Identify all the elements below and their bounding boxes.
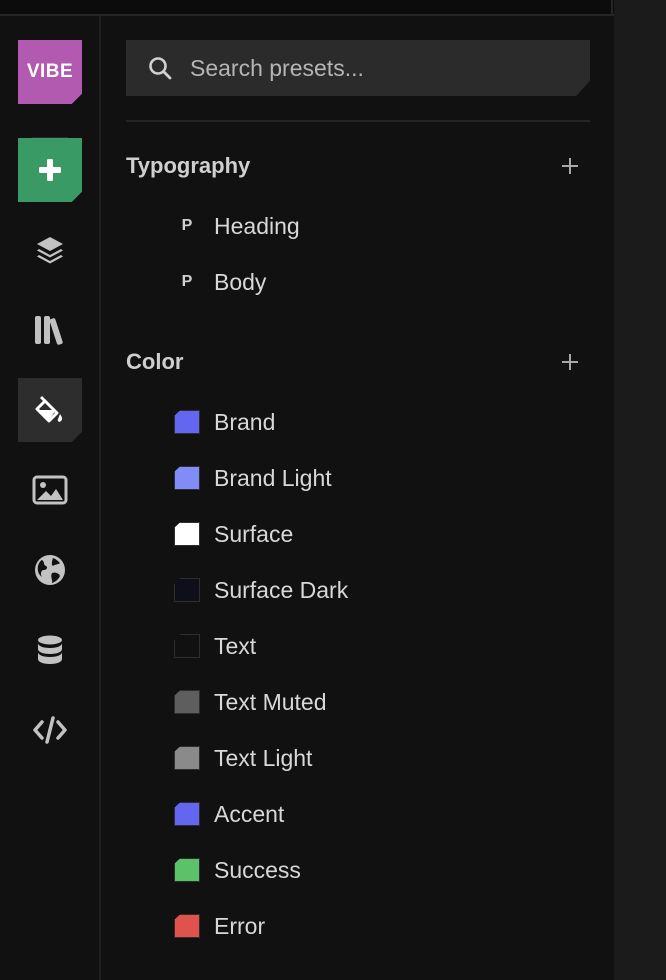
color-swatch xyxy=(174,802,200,826)
paragraph-icon: P xyxy=(181,217,193,234)
color-preset-item[interactable]: Brand Light xyxy=(174,458,574,498)
top-bar-edge xyxy=(611,0,613,14)
color-preset-item[interactable]: Error xyxy=(174,906,574,946)
preset-label: Text xyxy=(214,632,257,659)
typography-preset-item[interactable]: P Heading xyxy=(174,206,574,246)
preset-label: Heading xyxy=(214,212,300,239)
color-swatch xyxy=(174,914,200,938)
database-icon xyxy=(38,635,62,664)
presets-panel: Typography P Heading P Body Color Brand Bran… xyxy=(103,16,614,980)
color-swatch xyxy=(174,466,200,490)
media-button[interactable] xyxy=(18,458,82,522)
library-icon xyxy=(35,316,63,345)
plus-icon xyxy=(562,158,578,174)
globe-button[interactable] xyxy=(18,538,82,602)
code-icon xyxy=(33,716,67,744)
color-preset-item[interactable]: Accent xyxy=(174,794,574,834)
color-swatch xyxy=(174,410,200,434)
add-typography-button[interactable] xyxy=(558,154,582,178)
color-swatch xyxy=(174,578,200,602)
code-button[interactable] xyxy=(18,698,82,762)
color-swatch xyxy=(174,690,200,714)
preset-label: Text Muted xyxy=(214,688,327,715)
color-swatch xyxy=(174,522,200,546)
preset-label: Success xyxy=(214,856,301,883)
preset-label: Text Light xyxy=(214,744,313,771)
add-button[interactable] xyxy=(18,138,82,202)
preset-label: Brand xyxy=(214,408,276,435)
search-icon xyxy=(149,57,172,80)
styles-button[interactable] xyxy=(18,378,82,442)
layers-icon xyxy=(37,237,63,264)
color-swatch xyxy=(174,746,200,770)
color-swatch xyxy=(174,634,200,658)
color-preset-item[interactable]: Text Muted xyxy=(174,682,574,722)
plus-icon xyxy=(39,159,61,181)
typography-section-title: Typography xyxy=(126,153,251,178)
canvas-area xyxy=(614,0,666,980)
plus-icon xyxy=(562,354,578,370)
typography-preset-item[interactable]: P Body xyxy=(174,262,574,302)
app-logo[interactable]: VIBE xyxy=(18,40,82,104)
add-color-button[interactable] xyxy=(558,350,582,374)
search-input[interactable] xyxy=(190,40,570,96)
rail-divider xyxy=(32,137,68,138)
paragraph-icon: P xyxy=(181,273,193,290)
library-button[interactable] xyxy=(18,298,82,362)
icon-rail: VIBE xyxy=(0,16,101,980)
preset-label: Surface Dark xyxy=(214,576,349,603)
app-logo-label: VIBE xyxy=(26,61,74,82)
color-section-title: Color xyxy=(126,349,184,374)
color-preset-item[interactable]: Text Light xyxy=(174,738,574,778)
image-icon xyxy=(32,475,68,505)
preset-label: Accent xyxy=(214,800,285,827)
paint-bucket-icon xyxy=(35,396,63,423)
search-box[interactable] xyxy=(126,40,590,96)
preset-label: Surface xyxy=(214,520,294,547)
layers-button[interactable] xyxy=(18,218,82,282)
preset-label: Brand Light xyxy=(214,464,332,491)
preset-label: Error xyxy=(214,912,266,939)
color-preset-item[interactable]: Text xyxy=(174,626,574,666)
top-bar xyxy=(0,0,614,16)
database-button[interactable] xyxy=(18,618,82,682)
color-preset-item[interactable]: Brand xyxy=(174,402,574,442)
color-swatch xyxy=(174,858,200,882)
preset-label: Body xyxy=(214,268,267,295)
globe-icon xyxy=(35,555,65,585)
color-preset-item[interactable]: Surface xyxy=(174,514,574,554)
color-preset-item[interactable]: Surface Dark xyxy=(174,570,574,610)
search-divider xyxy=(126,120,590,122)
color-preset-item[interactable]: Success xyxy=(174,850,574,890)
